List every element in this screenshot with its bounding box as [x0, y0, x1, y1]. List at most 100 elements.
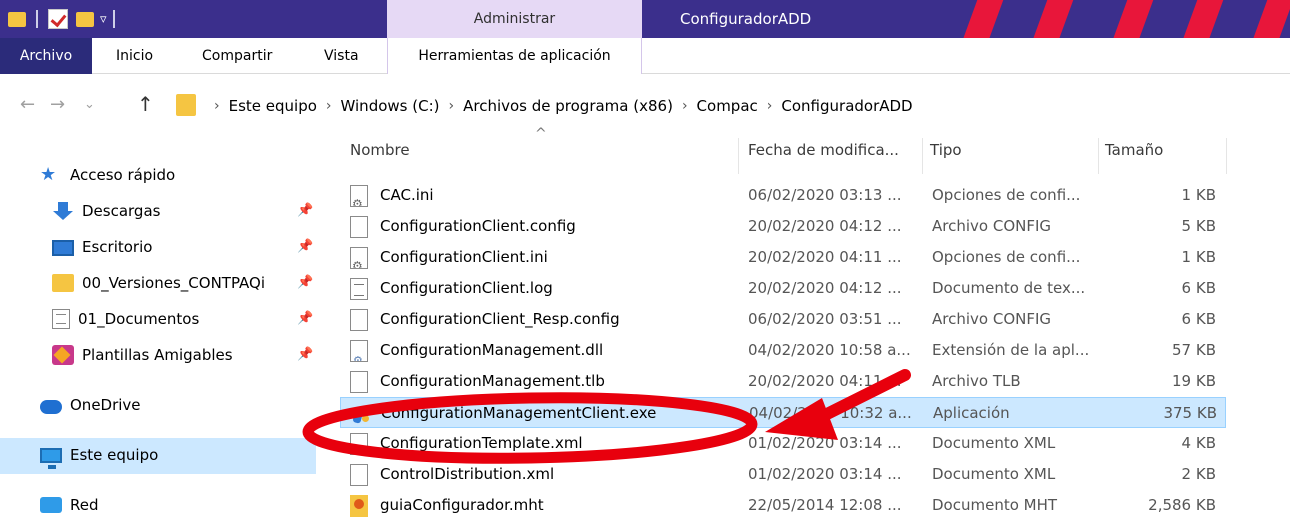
file-name: ConfigurationManagement.tlb: [380, 372, 605, 390]
breadcrumb-windows-c[interactable]: Windows (C:): [341, 97, 440, 115]
pin-icon[interactable]: 📌: [297, 275, 313, 290]
file-type: Documento XML: [932, 434, 1056, 452]
chevron-right-icon[interactable]: ›: [682, 98, 688, 114]
tab-herramientas-de-aplicacion[interactable]: Herramientas de aplicación: [387, 38, 642, 74]
column-divider[interactable]: [922, 138, 923, 174]
ribbon-tabs: Archivo Inicio Compartir Vista Herramien…: [0, 38, 1290, 74]
table-row[interactable]: ConfigurationClient_Resp.config 06/02/202…: [340, 304, 1226, 335]
file-name: ConfigurationClient_Resp.config: [380, 310, 620, 328]
column-divider[interactable]: [1226, 138, 1227, 174]
table-row[interactable]: ConfigurationManagementClient.exe 04/02/2…: [340, 397, 1226, 428]
file-size: 5 KB: [1181, 217, 1216, 235]
properties-check-icon[interactable]: [48, 9, 68, 29]
blank-file-icon: [350, 371, 368, 393]
navigation-pane: ★ Acceso rápido Descargas 📌 Escritorio 📌…: [0, 126, 330, 518]
chevron-right-icon[interactable]: ›: [326, 98, 332, 114]
nav-item-este-equipo[interactable]: Este equipo: [40, 438, 158, 472]
table-row[interactable]: ConfigurationClient.log 20/02/2020 04:12 …: [340, 273, 1226, 304]
table-row[interactable]: ConfigurationTemplate.xml 01/02/2020 03:1…: [340, 428, 1226, 459]
nav-item-label: Descargas: [82, 202, 161, 220]
breadcrumb-compac[interactable]: Compac: [697, 97, 758, 115]
folder-icon[interactable]: [8, 11, 26, 27]
tab-inicio[interactable]: Inicio: [116, 38, 153, 74]
dll-file-icon: [350, 340, 368, 362]
file-date: 20/02/2020 04:12 ...: [748, 217, 902, 235]
file-date: 06/02/2020 03:13 ...: [748, 186, 902, 204]
table-row[interactable]: CAC.ini 06/02/2020 03:13 ... Opciones de c…: [340, 180, 1226, 211]
nav-item-descargas[interactable]: Descargas: [52, 194, 160, 228]
file-type: Documento XML: [932, 465, 1056, 483]
nav-item-plantillas-amigables[interactable]: Plantillas Amigables: [52, 338, 233, 372]
breadcrumb-configuradoradd[interactable]: ConfiguradorADD: [781, 97, 912, 115]
new-folder-icon[interactable]: [76, 11, 94, 27]
file-size: 4 KB: [1181, 434, 1216, 452]
blank-file-icon: [350, 309, 368, 331]
table-row[interactable]: ConfigurationManagement.tlb 20/02/2020 04…: [340, 366, 1226, 397]
file-date: 01/02/2020 03:14 ...: [748, 465, 902, 483]
file-type: Extensión de la apl...: [932, 341, 1090, 359]
file-type: Archivo CONFIG: [932, 217, 1052, 235]
breadcrumb-este-equipo[interactable]: Este equipo: [229, 97, 317, 115]
breadcrumb-archivos-de-programa[interactable]: Archivos de programa (x86): [463, 97, 673, 115]
nav-item-acceso-rapido[interactable]: ★ Acceso rápido: [40, 158, 175, 192]
context-tab-header: Administrar: [387, 0, 642, 38]
column-header-nombre[interactable]: Nombre: [350, 126, 730, 174]
chevron-right-icon[interactable]: ›: [214, 98, 220, 114]
background-decoration: [930, 0, 1290, 38]
table-row[interactable]: ConfigurationClient.config 20/02/2020 04:…: [340, 211, 1226, 242]
file-date: 20/02/2020 04:11 ...: [748, 248, 902, 266]
nav-item-label: 01_Documentos: [78, 310, 200, 328]
back-arrow-icon[interactable]: ←: [20, 94, 35, 115]
quick-access-toolbar: ▿: [0, 0, 121, 38]
column-divider[interactable]: [1098, 138, 1099, 174]
star-icon: ★: [40, 164, 57, 185]
tab-archivo[interactable]: Archivo: [0, 38, 92, 74]
pin-icon[interactable]: 📌: [297, 311, 313, 326]
file-type: Opciones de confi...: [932, 248, 1081, 266]
file-type: Aplicación: [933, 404, 1010, 422]
chevron-right-icon[interactable]: ›: [448, 98, 454, 114]
file-date: 20/02/2020 04:12 ...: [748, 279, 902, 297]
table-row[interactable]: guiaConfigurador.mht 22/05/2014 12:08 ...…: [340, 490, 1226, 518]
column-header-fecha[interactable]: Fecha de modifica...: [748, 126, 923, 174]
tab-compartir[interactable]: Compartir: [202, 38, 272, 74]
documents-icon: [52, 309, 70, 329]
nav-item-00-versiones-contpaqi[interactable]: 00_Versiones_CONTPAQi: [52, 266, 265, 300]
desktop-icon: [52, 240, 74, 256]
table-row[interactable]: ConfigurationClient.ini 20/02/2020 04:11 …: [340, 242, 1226, 273]
nav-item-red[interactable]: Red: [40, 488, 99, 518]
file-size: 2,586 KB: [1148, 496, 1216, 514]
file-name: ConfigurationManagementClient.exe: [381, 404, 657, 422]
forward-arrow-icon[interactable]: →: [50, 94, 65, 115]
pin-icon[interactable]: 📌: [297, 203, 313, 218]
file-name: guiaConfigurador.mht: [380, 496, 544, 514]
title-bar: ▿ Administrar ConfiguradorADD: [0, 0, 1290, 38]
table-row[interactable]: ControlDistribution.xml 01/02/2020 03:14 …: [340, 459, 1226, 490]
recent-locations-chevron-icon[interactable]: ⌄: [84, 97, 95, 112]
pin-icon[interactable]: 📌: [297, 239, 313, 254]
file-size: 2 KB: [1181, 465, 1216, 483]
nav-item-escritorio[interactable]: Escritorio: [52, 230, 152, 264]
pin-icon[interactable]: 📌: [297, 347, 313, 362]
file-size: 57 KB: [1172, 341, 1216, 359]
nav-item-onedrive[interactable]: OneDrive: [40, 388, 141, 422]
file-name: ConfigurationClient.config: [380, 217, 576, 235]
folder-icon: [176, 94, 196, 116]
customize-toolbar-icon[interactable]: ▿: [100, 12, 107, 27]
text-file-icon: [350, 278, 368, 300]
chevron-right-icon[interactable]: ›: [767, 98, 773, 114]
file-type: Archivo TLB: [932, 372, 1021, 390]
file-date: 22/05/2014 12:08 ...: [748, 496, 902, 514]
address-bar: ← → ⌄ ↑ › Este equipo › Windows (C:) › A…: [0, 86, 1290, 126]
app-shortcut-icon: [52, 345, 74, 365]
file-list: CAC.ini 06/02/2020 03:13 ... Opciones de c…: [330, 180, 1290, 518]
tab-vista[interactable]: Vista: [324, 38, 359, 74]
column-header-tipo[interactable]: Tipo: [930, 126, 1090, 174]
up-arrow-icon[interactable]: ↑: [137, 92, 154, 116]
table-row[interactable]: ConfigurationManagement.dll 04/02/2020 10…: [340, 335, 1226, 366]
column-header-tamano[interactable]: Tamaño: [1105, 126, 1215, 174]
file-name: ConfigurationClient.ini: [380, 248, 548, 266]
nav-item-label: Red: [70, 496, 99, 514]
column-divider[interactable]: [738, 138, 739, 174]
nav-item-01-documentos[interactable]: 01_Documentos: [52, 302, 199, 336]
